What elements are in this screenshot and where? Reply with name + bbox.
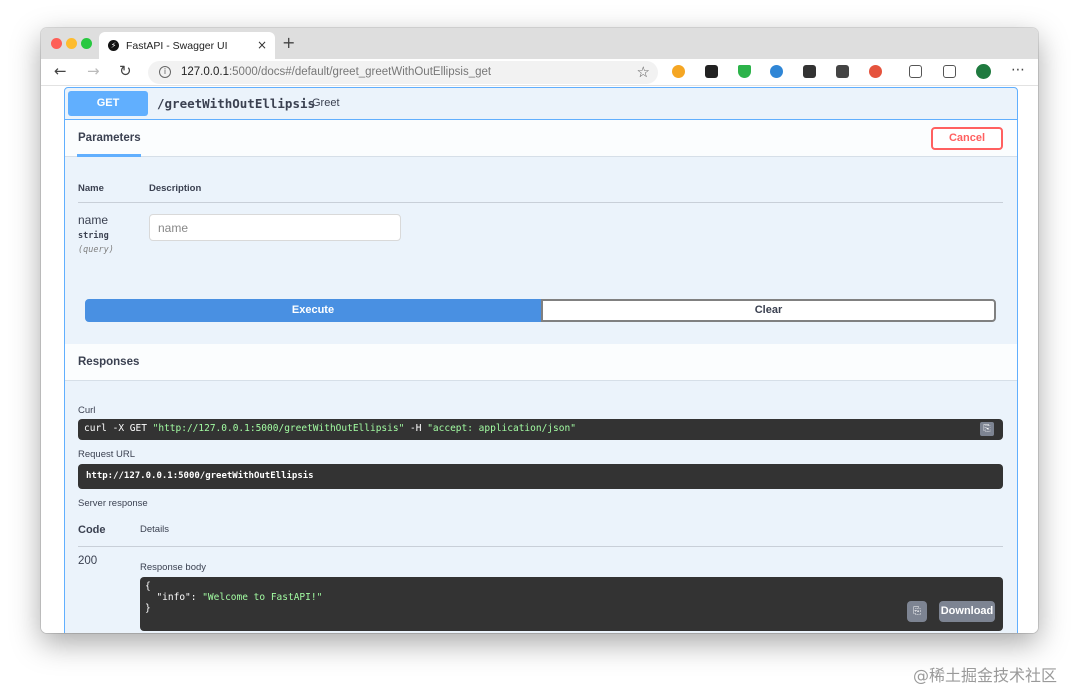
curl-header: "accept: application/json" bbox=[427, 423, 576, 434]
site-info-icon[interactable]: i bbox=[159, 66, 171, 78]
ext-notion-icon[interactable] bbox=[803, 65, 816, 78]
operation-path: /greetWithOutEllipsis bbox=[157, 96, 316, 111]
collections-icon[interactable] bbox=[943, 65, 956, 78]
tab-title: FastAPI - Swagger UI bbox=[126, 40, 228, 52]
fastapi-favicon-icon: ⚡ bbox=[108, 40, 119, 51]
new-tab-button[interactable]: + bbox=[282, 33, 295, 52]
copy-response-icon[interactable]: ⎘ bbox=[907, 601, 927, 622]
param-name: name bbox=[78, 213, 109, 227]
forward-button[interactable]: → bbox=[87, 62, 100, 80]
swagger-page: GET /greetWithOutEllipsis Greet Paramete… bbox=[41, 87, 1038, 633]
url-path: :5000/docs#/default/greet_greetWithOutEl… bbox=[228, 66, 492, 78]
navigation-bar: ← → ↻ i 127.0.0.1:5000/docs#/default/gre… bbox=[41, 59, 1038, 86]
address-bar[interactable]: i 127.0.0.1:5000/docs#/default/greet_gre… bbox=[148, 61, 658, 84]
maximize-window-button[interactable] bbox=[81, 38, 92, 49]
request-url-block: http://127.0.0.1:5000/greetWithOutEllips… bbox=[78, 464, 1003, 489]
column-description-header: Description bbox=[149, 183, 202, 194]
favorites-icon[interactable] bbox=[909, 65, 922, 78]
browser-tab[interactable]: ⚡ FastAPI - Swagger UI × bbox=[99, 32, 275, 59]
tab-parameters[interactable]: Parameters bbox=[78, 132, 141, 144]
url-text[interactable]: 127.0.0.1:5000/docs#/default/greet_greet… bbox=[181, 66, 491, 78]
url-host: 127.0.0.1 bbox=[181, 66, 229, 78]
download-button[interactable]: Download bbox=[939, 601, 995, 622]
ext-colorful-icon[interactable] bbox=[869, 65, 882, 78]
json-key: "info": bbox=[145, 592, 203, 603]
code-column-header: Code bbox=[78, 524, 106, 536]
ext-orange-icon[interactable] bbox=[672, 65, 685, 78]
responses-title: Responses bbox=[78, 356, 140, 368]
minimize-window-button[interactable] bbox=[66, 38, 77, 49]
more-menu-icon[interactable]: ⋯ bbox=[1011, 62, 1025, 78]
json-value: "Welcome to FastAPI!" bbox=[202, 592, 323, 603]
name-param-input[interactable] bbox=[149, 214, 401, 241]
cancel-button[interactable]: Cancel bbox=[931, 127, 1003, 150]
back-button[interactable]: ← bbox=[54, 62, 67, 80]
browser-window: ⚡ FastAPI - Swagger UI × + ← → ↻ i 127.0… bbox=[41, 28, 1038, 633]
bookmark-star-icon[interactable]: ☆ bbox=[637, 63, 650, 81]
parameters-header: Parameters Cancel bbox=[65, 120, 1017, 157]
reload-button[interactable]: ↻ bbox=[119, 62, 132, 80]
column-name-header: Name bbox=[78, 183, 104, 194]
tab-bar: ⚡ FastAPI - Swagger UI × + bbox=[41, 28, 1038, 59]
response-body-block: { "info": "Welcome to FastAPI!" } ⎘ Down… bbox=[140, 577, 1003, 631]
operation-summary[interactable]: GET /greetWithOutEllipsis Greet bbox=[65, 88, 1017, 120]
response-body-json: { "info": "Welcome to FastAPI!" } bbox=[145, 581, 322, 614]
clear-button[interactable]: Clear bbox=[541, 299, 996, 322]
ext-shield-icon[interactable] bbox=[738, 65, 751, 78]
curl-cmd: curl -X GET bbox=[84, 423, 153, 434]
close-window-button[interactable] bbox=[51, 38, 62, 49]
ext-dark-icon[interactable] bbox=[705, 65, 718, 78]
method-badge: GET bbox=[68, 91, 148, 116]
ext-box-icon[interactable] bbox=[836, 65, 849, 78]
param-type: string bbox=[78, 231, 109, 241]
server-response-label: Server response bbox=[78, 498, 148, 509]
curl-command: curl -X GET "http://127.0.0.1:5000/greet… bbox=[84, 423, 576, 434]
response-status-code: 200 bbox=[78, 555, 98, 567]
request-url: http://127.0.0.1:5000/greetWithOutEllips… bbox=[86, 471, 314, 481]
details-column-header: Details bbox=[140, 524, 170, 535]
params-divider bbox=[78, 202, 1003, 203]
curl-url: "http://127.0.0.1:5000/greetWithOutEllip… bbox=[152, 423, 405, 434]
operation-block: GET /greetWithOutEllipsis Greet Paramete… bbox=[64, 87, 1018, 633]
profile-avatar-icon[interactable] bbox=[976, 64, 991, 79]
response-divider bbox=[78, 546, 1003, 547]
responses-header: Responses bbox=[65, 344, 1017, 381]
watermark-text: @稀土掘金技术社区 bbox=[913, 666, 1058, 685]
request-url-label: Request URL bbox=[78, 449, 136, 460]
tab-close-icon[interactable]: × bbox=[257, 38, 267, 52]
curl-code-block: curl -X GET "http://127.0.0.1:5000/greet… bbox=[78, 419, 1003, 440]
param-location: (query) bbox=[78, 245, 114, 255]
execute-button[interactable]: Execute bbox=[85, 299, 541, 322]
response-body-label: Response body bbox=[140, 562, 207, 573]
json-close-brace: } bbox=[145, 603, 151, 614]
ext-blue-icon[interactable] bbox=[770, 65, 783, 78]
copy-curl-icon[interactable]: ⎘ bbox=[980, 422, 994, 436]
curl-flag: -H bbox=[404, 423, 428, 434]
tab-active-underline bbox=[77, 154, 141, 157]
operation-summary-text: Greet bbox=[312, 97, 340, 109]
json-open-brace: { bbox=[145, 581, 151, 592]
curl-label: Curl bbox=[78, 405, 96, 416]
